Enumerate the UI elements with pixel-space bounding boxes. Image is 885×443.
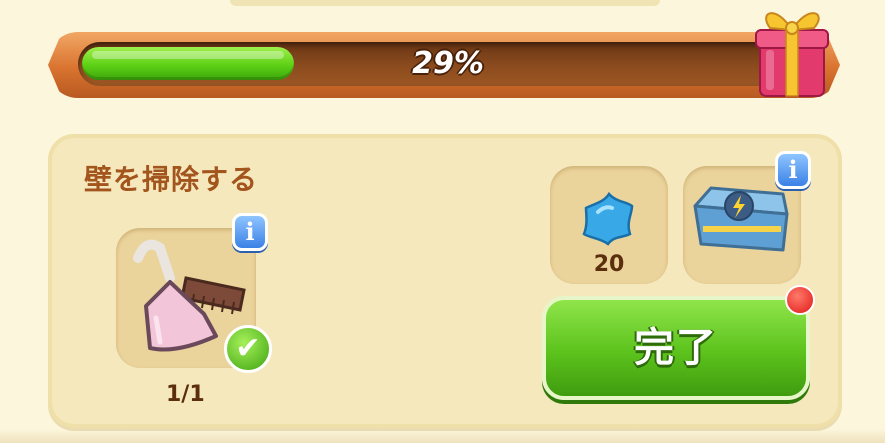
complete-button[interactable]: 完了 bbox=[542, 296, 810, 400]
reward-slot-gem[interactable]: 20 bbox=[550, 166, 668, 284]
header-edge bbox=[230, 0, 660, 6]
task-title: 壁を掃除する bbox=[84, 163, 259, 196]
bottom-edge bbox=[0, 429, 885, 443]
chest-info-button[interactable]: i bbox=[775, 151, 811, 189]
notification-dot bbox=[785, 285, 815, 315]
progress-bar: 29% bbox=[78, 42, 818, 86]
checkmark-icon: ✔ bbox=[224, 325, 272, 373]
complete-button-label: 完了 bbox=[634, 325, 718, 371]
progress-percent: 29% bbox=[412, 46, 484, 81]
reward-gem-amount: 20 bbox=[593, 252, 625, 277]
item-count: 1/1 bbox=[166, 382, 205, 407]
item-info-button[interactable]: i bbox=[232, 213, 268, 251]
gift-box-icon[interactable] bbox=[752, 0, 832, 100]
